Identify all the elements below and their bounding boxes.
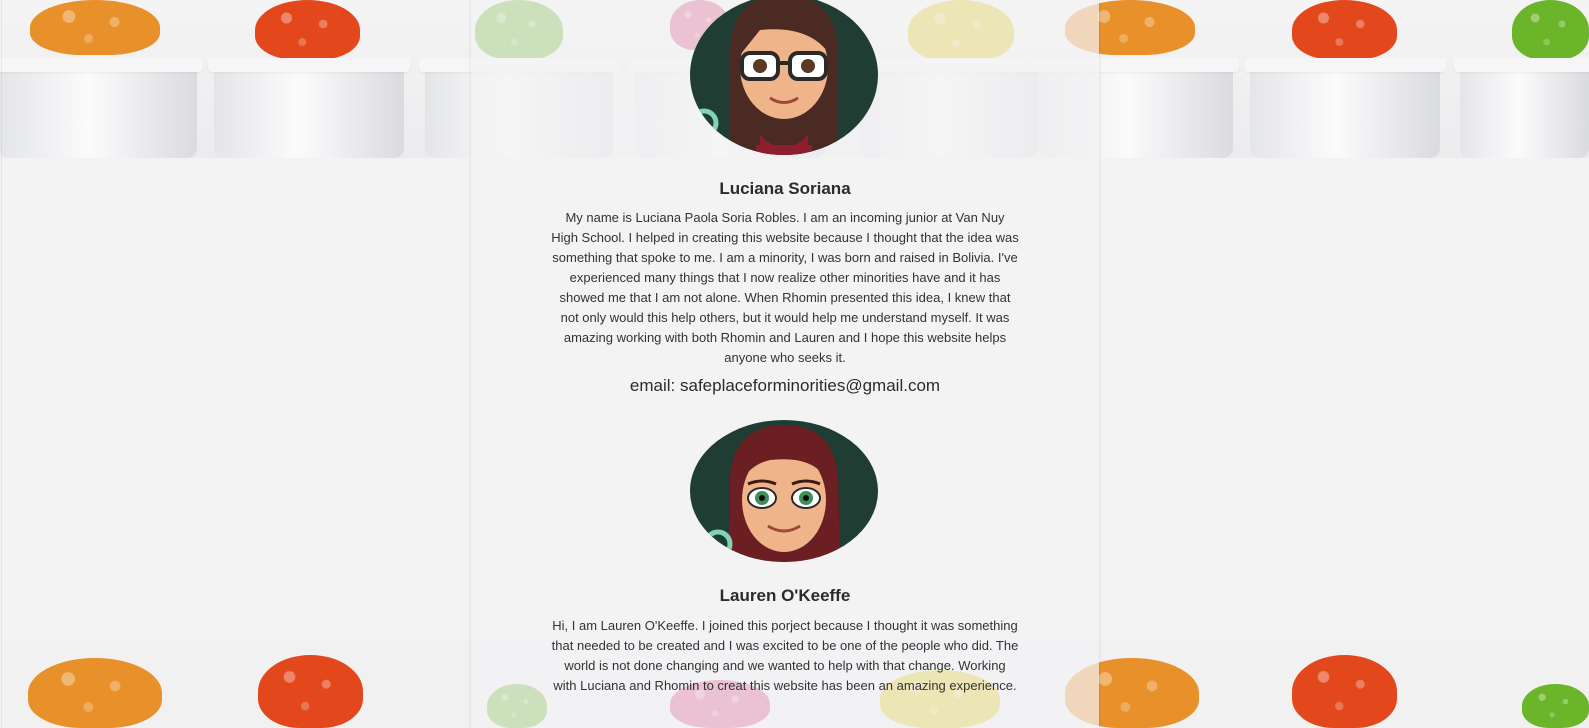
cactus-red-icon — [255, 0, 360, 60]
pot-icon — [1454, 58, 1589, 158]
member-bio: My name is Luciana Paola Soria Robles. I… — [551, 210, 1019, 365]
cactus-orange-icon — [30, 0, 160, 55]
bitmoji-avatar-glasses-icon — [690, 0, 878, 155]
member-name: Lauren O'Keeffe — [719, 586, 851, 605]
member-bio: Hi, I am Lauren O'Keeffe. I joined this … — [551, 618, 1019, 693]
member-name: Luciana Soriana — [719, 179, 851, 198]
cactus-red-icon — [1292, 655, 1397, 728]
pot-icon — [0, 58, 203, 158]
pot-icon — [208, 58, 410, 158]
cactus-orange-icon — [28, 658, 162, 728]
divider — [1, 0, 2, 728]
cactus-red-icon — [258, 655, 363, 728]
cactus-green-icon — [1522, 684, 1589, 728]
cactus-red-icon — [1292, 0, 1397, 60]
bitmoji-avatar-red-hair-icon — [690, 420, 878, 562]
contact-email: email: safeplaceforminorities@gmail.com — [629, 376, 941, 395]
cactus-green-icon — [1512, 0, 1589, 60]
pot-icon — [1244, 58, 1446, 158]
